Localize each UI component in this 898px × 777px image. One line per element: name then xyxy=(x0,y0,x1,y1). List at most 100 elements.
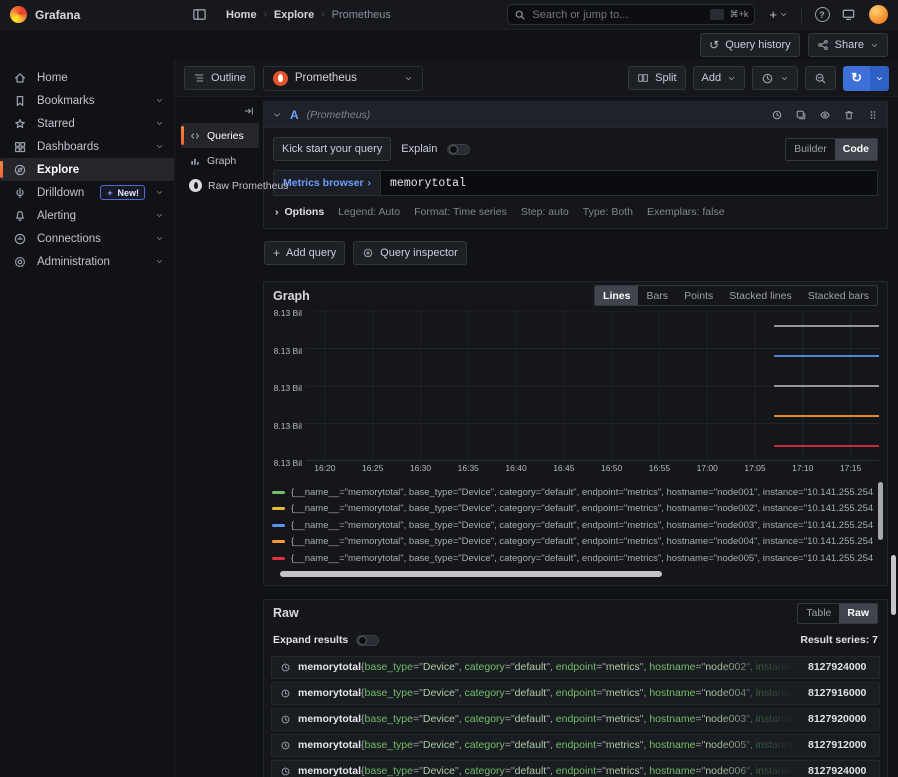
legend-item[interactable]: {__name__="memorytotal", base_type="Devi… xyxy=(272,501,873,518)
query-help-clock-icon[interactable] xyxy=(771,109,783,121)
sidebar-item-drilldown[interactable]: Drilldown New! xyxy=(0,181,174,204)
query-inspector-button[interactable]: Query inspector xyxy=(353,241,467,265)
graph-style-bars[interactable]: Bars xyxy=(638,286,676,305)
kick-start-button[interactable]: Kick start your query xyxy=(273,137,391,161)
result-series-count: Result series: 7 xyxy=(800,634,878,646)
query-history-button[interactable]: ↺ Query history xyxy=(700,33,799,57)
prometheus-icon xyxy=(189,179,202,192)
builder-mode-option[interactable]: Builder xyxy=(786,139,835,160)
sidebar-item-label: Bookmarks xyxy=(37,95,145,107)
datasource-picker[interactable]: Prometheus xyxy=(263,66,423,91)
toggle-knob xyxy=(358,636,367,645)
raw-series-value: 8127916000 xyxy=(808,687,871,699)
share-button[interactable]: Share xyxy=(808,33,888,57)
outline-button[interactable]: Outline xyxy=(184,66,255,90)
query-options-row[interactable]: › Options Legend: Auto Format: Time seri… xyxy=(273,206,878,218)
raw-result-row[interactable]: memorytotal{base_type="Device", category… xyxy=(271,734,880,757)
graph-panel: Graph Lines Bars Points Stacked lines St… xyxy=(263,281,888,586)
raw-result-row[interactable]: memorytotal{base_type="Device", category… xyxy=(271,708,880,731)
rail-item-label: Graph xyxy=(207,155,236,167)
chevron-down-icon xyxy=(155,188,164,197)
graph-style-stacked-lines[interactable]: Stacked lines xyxy=(721,286,799,305)
scrollbar-thumb[interactable] xyxy=(280,571,662,577)
toggle-knob xyxy=(449,145,458,154)
sidebar-item-starred[interactable]: Starred xyxy=(0,112,174,135)
raw-result-row[interactable]: memorytotal{base_type="Device", category… xyxy=(271,682,880,705)
search-box[interactable]: ⌘+k xyxy=(507,4,755,25)
legend-item[interactable]: {__name__="memorytotal", base_type="Devi… xyxy=(272,517,873,534)
raw-title: Raw xyxy=(273,606,299,620)
split-button[interactable]: Split xyxy=(628,66,685,90)
collapse-outline-button[interactable] xyxy=(181,103,259,123)
graph-style-stacked-bars[interactable]: Stacked bars xyxy=(800,286,877,305)
news-button[interactable] xyxy=(837,4,859,26)
page-scrollbar-thumb[interactable] xyxy=(891,555,896,615)
sidebar-item-explore[interactable]: Explore xyxy=(0,158,174,181)
breadcrumb-home[interactable]: Home xyxy=(226,9,257,21)
query-editor-body: Kick start your query Explain Builder Co… xyxy=(264,128,887,228)
plus-icon: + xyxy=(273,247,280,259)
raw-result-row[interactable]: memorytotal{base_type="Device", category… xyxy=(271,760,880,777)
drag-handle-icon[interactable] xyxy=(867,109,879,121)
rail-item-raw-prometheus[interactable]: Raw Prometheus xyxy=(181,173,259,198)
sidebar-item-label: Connections xyxy=(37,233,145,245)
option-type: Type: Both xyxy=(583,206,633,218)
graph-plot[interactable]: 16:2016:2516:3016:3516:4016:4516:5016:55… xyxy=(306,311,879,478)
help-button[interactable]: ? xyxy=(811,4,833,26)
raw-view-table[interactable]: Table xyxy=(798,604,839,623)
metrics-browser-button[interactable]: Metrics browser › xyxy=(273,170,380,196)
sidebar-item-alerting[interactable]: Alerting xyxy=(0,204,174,227)
legend-item[interactable]: {__name__="memorytotal", base_type="Devi… xyxy=(272,534,873,551)
raw-panel-header: Raw Table Raw xyxy=(264,600,887,627)
legend-horizontal-scrollbar[interactable] xyxy=(280,571,859,577)
add-query-button[interactable]: + Add query xyxy=(264,241,345,265)
duplicate-query-icon[interactable] xyxy=(795,109,807,121)
panel-left-icon xyxy=(192,7,207,22)
sidebar-item-connections[interactable]: Connections xyxy=(0,227,174,250)
rail-item-queries[interactable]: Queries xyxy=(181,123,259,148)
home-icon xyxy=(13,71,27,85)
explore-content: A (Prometheus) xyxy=(263,101,898,777)
promql-query-input[interactable]: memorytotal xyxy=(380,170,878,196)
sidebar-item-administration[interactable]: Administration xyxy=(0,250,174,273)
search-input[interactable] xyxy=(532,9,703,21)
delete-query-trash-icon[interactable] xyxy=(843,109,855,121)
add-dropdown-button[interactable]: Add xyxy=(693,66,746,90)
run-query-button[interactable]: ↻ xyxy=(843,66,889,91)
legend-item[interactable]: {__name__="memorytotal", base_type="Devi… xyxy=(272,484,873,501)
sidebar-item-home[interactable]: Home xyxy=(0,66,174,89)
graph-style-points[interactable]: Points xyxy=(676,286,721,305)
new-menu-button[interactable]: + xyxy=(765,4,792,26)
explain-toggle[interactable] xyxy=(447,144,470,155)
legend-vertical-scrollbar[interactable] xyxy=(878,482,883,540)
mega-menu-toggle-button[interactable] xyxy=(188,4,210,26)
code-mode-option[interactable]: Code xyxy=(835,139,877,160)
time-range-picker[interactable] xyxy=(752,66,798,90)
query-editor-panel: A (Prometheus) xyxy=(263,101,888,229)
user-avatar[interactable] xyxy=(869,5,888,24)
rail-item-graph[interactable]: Graph xyxy=(181,148,259,173)
legend-item[interactable]: {__name__="memorytotal", base_type="Devi… xyxy=(272,550,873,567)
breadcrumb-separator: › xyxy=(321,9,324,20)
graph-style-lines[interactable]: Lines xyxy=(595,286,638,305)
top-nav: Grafana Home › Explore › Prometheus ⌘+k … xyxy=(0,0,898,30)
query-row-header[interactable]: A (Prometheus) xyxy=(264,102,887,128)
query-row-actions xyxy=(771,109,879,121)
refresh-interval-caret[interactable] xyxy=(870,66,889,91)
options-label: Options xyxy=(285,206,325,218)
sidebar-item-bookmarks[interactable]: Bookmarks xyxy=(0,89,174,112)
clock-icon xyxy=(761,72,774,85)
series-color-dash xyxy=(272,557,285,560)
raw-result-row[interactable]: memorytotal{base_type="Device", category… xyxy=(271,656,880,679)
disable-query-eye-icon[interactable] xyxy=(819,109,831,121)
code-icon xyxy=(189,130,201,142)
raw-view-raw[interactable]: Raw xyxy=(839,604,877,623)
explain-label: Explain xyxy=(401,143,437,155)
expand-results-toggle[interactable] xyxy=(356,635,379,646)
breadcrumb-explore[interactable]: Explore xyxy=(274,9,314,21)
datasource-label: Prometheus xyxy=(295,72,397,84)
zoom-out-button[interactable] xyxy=(805,66,836,90)
sidebar-item-dashboards[interactable]: Dashboards xyxy=(0,135,174,158)
top-icons: + ? xyxy=(765,4,888,26)
raw-series-expression: memorytotal{base_type="Device", category… xyxy=(298,661,801,673)
